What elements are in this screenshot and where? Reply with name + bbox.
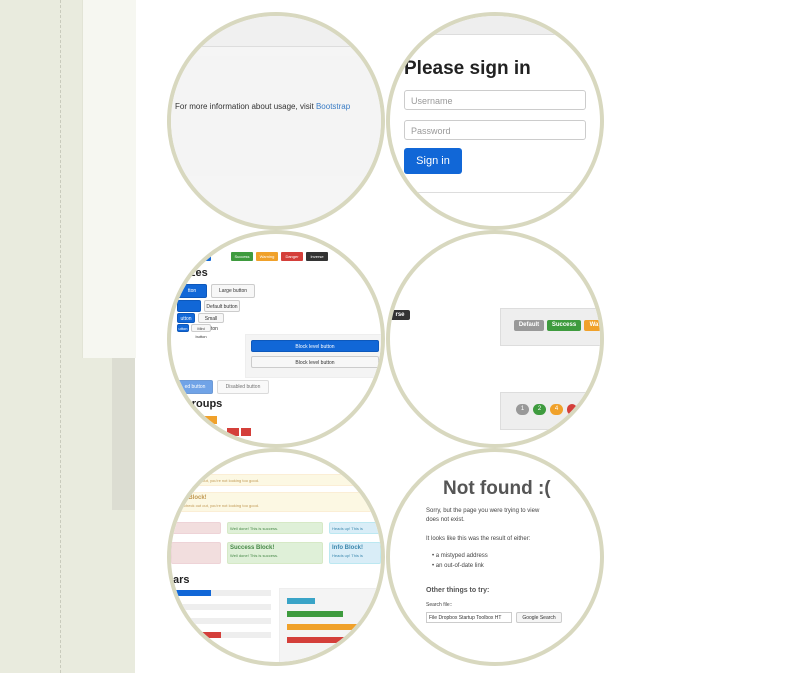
sign-in-button[interactable]: Sign in [404,148,462,174]
header-fragment-text: ple 3 [201,24,221,34]
signin-title: Please sign in [404,58,531,79]
bullet-item-1: • a mistyped address [432,553,488,559]
small-primary-button[interactable]: utton [177,313,195,323]
not-found-message-line1: Sorry, but the page you were trying to v… [426,508,540,514]
disabled-default-button: Disabled button [217,380,269,394]
progress-bar-1 [171,590,271,596]
info-text: For more information about usage, visit [175,102,316,111]
label-default: Default [514,320,544,331]
small-default-button[interactable]: Small button [198,313,224,332]
striped-bar-success [287,611,343,617]
bullet-text-2: an out-of-date link [435,563,484,569]
usage-info-text: For more information about usage, visit … [175,102,350,111]
badge-success: 2 [533,404,546,415]
preview-header: ple 3 [171,16,381,47]
block-default-button[interactable]: Block level button [251,356,379,368]
preview-body [171,56,381,176]
large-primary-button[interactable]: tton [177,284,207,298]
mini-default-button[interactable]: Mini button [191,324,211,339]
disabled-primary-button: ed button [177,380,213,394]
warning-alert: ou to check out out, you're not looking … [171,474,381,486]
other-things-heading: Other things to try: [426,587,490,594]
preview-circle-buttons: Success Warning Danger Inverse izes tton… [167,230,385,448]
dashed-guide [60,0,61,673]
progress-fill-4 [201,632,221,638]
default-button[interactable]: Default button [204,300,240,312]
google-search-button[interactable]: Google Search [516,612,562,623]
tag-success: Success [231,252,253,261]
progress-bars-heading: ars [173,574,190,586]
tag-inverse: Inverse [306,252,328,261]
inverse-label: rse [390,310,410,320]
default-primary-button[interactable] [177,300,201,312]
progress-bar-4 [171,632,271,638]
group-danger-button-1[interactable] [227,428,239,436]
success-block-title: Success Block! [230,545,275,551]
warning-block-title: ning Block! [174,495,207,501]
mini-primary-button[interactable]: utton [177,324,189,332]
group-danger-button-2[interactable] [241,428,251,436]
error-alert-small [171,522,221,534]
striped-bar-info [287,598,315,604]
not-found-message-line2: does not exist. [426,517,465,523]
success-block-alert: Success Block! Well done! This is succes… [227,542,323,564]
warning-block-alert: ning Block! ou to check out out, you're … [171,492,381,512]
error-block-alert [171,542,221,564]
preview-circle-labels: rse Default Success Wa 1 2 4 [386,230,604,448]
preview-circle-info: ple 3 For more information about usage, … [167,12,385,230]
bootstrap-link[interactable]: Bootstrap [316,102,350,111]
striped-bar-danger [287,637,377,643]
tag-warning: Warning [256,252,278,261]
progress-bar-2 [171,604,271,610]
signin-divider [390,192,600,193]
sizes-heading: izes [187,267,208,279]
progress-bar-3 [171,618,271,624]
large-default-button[interactable]: Large button [211,284,255,298]
success-alert-small: Well done! This is success. [227,522,323,534]
username-input[interactable]: Username [404,90,586,110]
striped-bar-warning [287,624,363,630]
info-alert-small: Heads up! This is [329,522,381,534]
tag-danger: Danger [281,252,303,261]
signin-top-bar [390,16,600,35]
success-block-text: Well done! This is success. [230,553,279,558]
groups-heading: groups [185,398,223,410]
password-input[interactable]: Password [404,120,586,140]
group-warning-button[interactable] [197,416,217,424]
preview-circle-signin: Please sign in Username Password Sign in [386,12,604,230]
not-found-reason: It looks like this was the result of eit… [426,536,531,542]
label-warning: Wa [584,320,600,331]
search-file-input[interactable]: File Dropbox Startup Toolbox HT [426,612,512,623]
tag-primary [191,252,211,261]
preview-circle-not-found: Not found :( Sorry, but the page you wer… [386,448,604,666]
label-success: Success [547,320,581,331]
preview-circle-alerts: ou to check out out, you're not looking … [167,448,385,666]
badge-warning: 4 [550,404,563,415]
not-found-title: Not found :( [443,478,551,499]
info-block-text: Heads up! This is [332,553,363,558]
block-primary-button[interactable]: Block level button [251,340,379,352]
background-left-panel [0,0,136,673]
background-card [82,0,136,358]
bullet-text-1: a mistyped address [435,553,488,559]
progress-fill-1 [171,590,211,596]
bullet-item-2: • an out-of-date link [432,563,484,569]
warning-block-text: ou to check out out, you're not looking … [174,503,260,508]
info-block-title: Info Block! [332,545,363,551]
badge-danger [567,404,577,415]
background-strip [112,358,135,510]
search-file-label: Search file:: [426,602,453,608]
info-block-alert: Info Block! Heads up! This is [329,542,381,564]
badge-default: 1 [516,404,529,415]
